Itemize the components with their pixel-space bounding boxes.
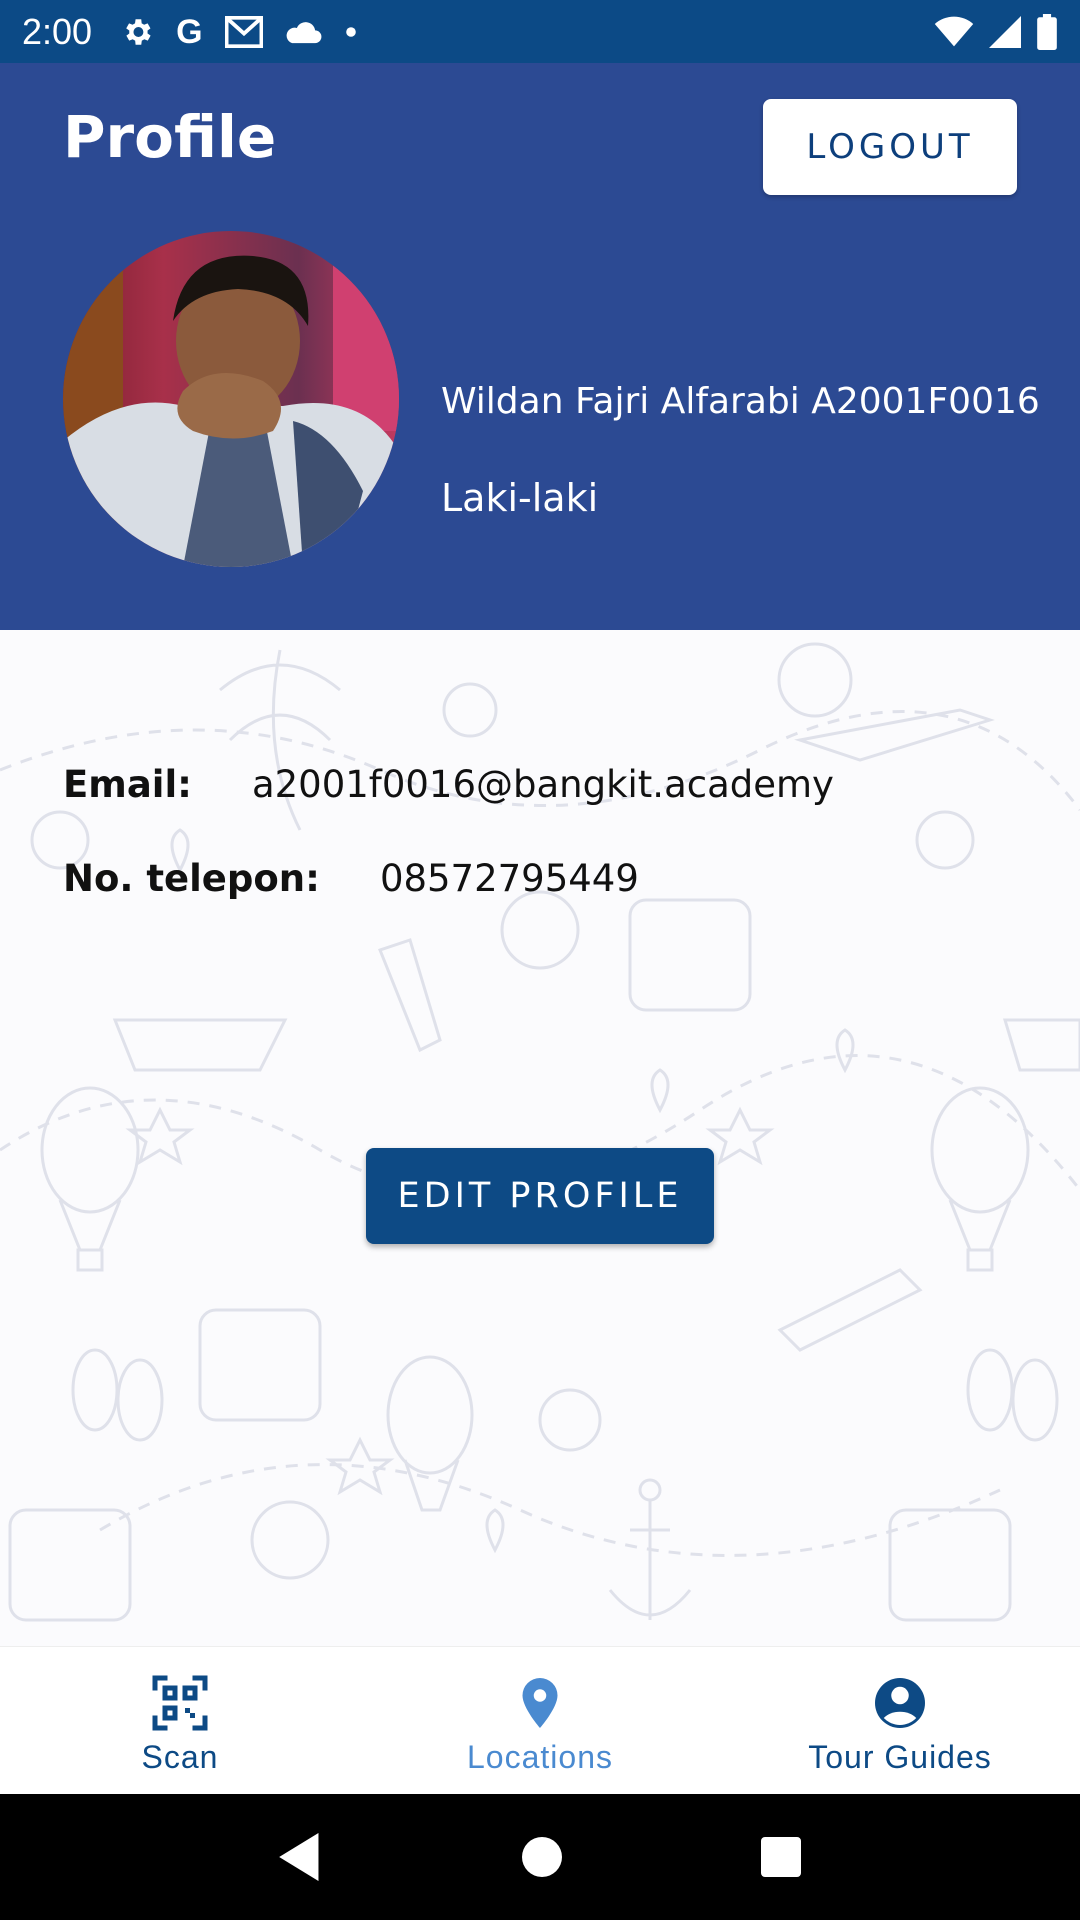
home-icon[interactable] [521,1837,562,1877]
email-row: Email: a2001f0016@bangkit.academy [63,763,834,806]
avatar-photo [63,231,399,567]
avatar[interactable] [63,231,399,567]
nav-label-locations: Locations [467,1739,613,1775]
email-label: Email: [63,763,192,806]
phone-label: No. telepon: [63,857,320,900]
dot-icon [345,26,356,37]
gmail-icon [224,15,263,48]
back-icon[interactable] [279,1833,323,1881]
status-bar: 2:00 G [0,0,1080,63]
location-pin-icon [522,1678,558,1728]
profile-content: Email: a2001f0016@bangkit.academy No. te… [0,630,1080,1646]
nav-label-tour-guides: Tour Guides [808,1739,992,1775]
nav-item-scan[interactable]: Scan [0,1647,360,1794]
profile-gender: Laki-laki [441,476,599,520]
logout-button[interactable]: LOGOUT [763,99,1017,195]
edit-profile-button[interactable]: EDIT PROFILE [366,1148,714,1244]
status-icons-left: G [120,15,356,49]
qr-scan-icon [152,1675,208,1731]
google-icon: G [176,12,203,51]
wifi-icon [934,16,974,46]
phone-row: No. telepon: 08572795449 [63,857,639,900]
status-icons-right [934,13,1058,50]
system-navigation-bar [0,1794,1080,1920]
cloud-icon [286,21,321,43]
page-title: Profile [63,103,277,171]
battery-icon [1037,13,1057,50]
nav-item-locations[interactable]: Locations [360,1647,720,1794]
nav-label-scan: Scan [141,1739,219,1775]
profile-header: Profile LOGOUT Wildan Fajri Alfarabi A20… [0,63,1080,630]
settings-icon [126,18,151,45]
email-value: a2001f0016@bangkit.academy [251,763,834,806]
phone-value: 08572795449 [379,857,639,900]
nav-item-tour-guides[interactable]: Tour Guides [720,1647,1080,1794]
bottom-navigation: Scan Locations Tour Guides [0,1646,1080,1794]
recents-icon[interactable] [760,1837,801,1877]
signal-icon [989,15,1021,48]
status-time: 2:00 [22,10,93,52]
account-circle-icon [875,1678,925,1728]
profile-name: Wildan Fajri Alfarabi A2001F0016 [441,381,1040,422]
